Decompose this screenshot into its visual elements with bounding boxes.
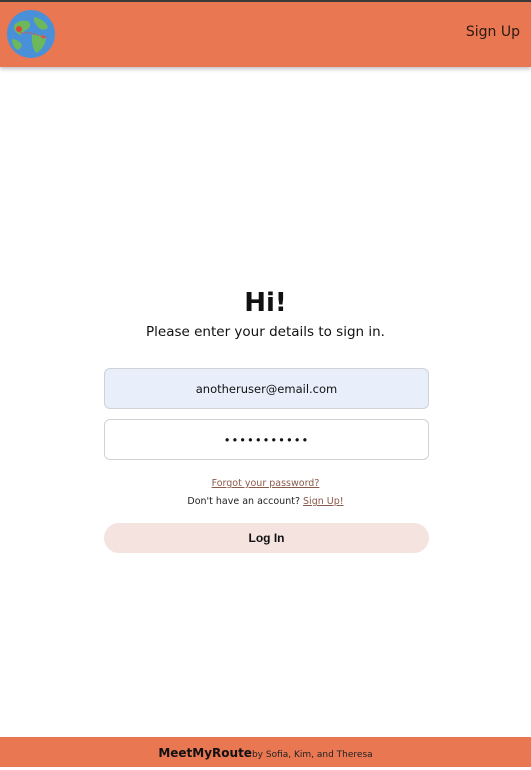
login-subtitle: Please enter your details to sign in. — [146, 324, 385, 340]
forgot-password-link[interactable]: Forgot your password? — [0, 478, 531, 489]
globe-icon[interactable] — [6, 9, 56, 59]
nav-signup-link[interactable]: Sign Up — [466, 24, 520, 40]
login-button[interactable]: Log In — [104, 523, 429, 553]
no-account-line: Don't have an account? Sign Up! — [0, 496, 531, 507]
top-navbar: Sign Up — [0, 2, 531, 67]
password-field[interactable] — [104, 419, 429, 460]
email-field[interactable] — [104, 368, 429, 409]
no-account-text: Don't have an account? — [187, 496, 300, 507]
footer-credits: by Sofia, Kim, and Theresa — [251, 750, 373, 760]
footer: MeetMyRouteby Sofia, Kim, and Theresa — [0, 737, 531, 767]
footer-brand: MeetMyRoute — [158, 746, 252, 760]
greeting-heading: Hi! — [244, 288, 287, 318]
signup-link[interactable]: Sign Up! — [303, 496, 344, 507]
login-form: Hi! Please enter your details to sign in… — [0, 67, 531, 737]
